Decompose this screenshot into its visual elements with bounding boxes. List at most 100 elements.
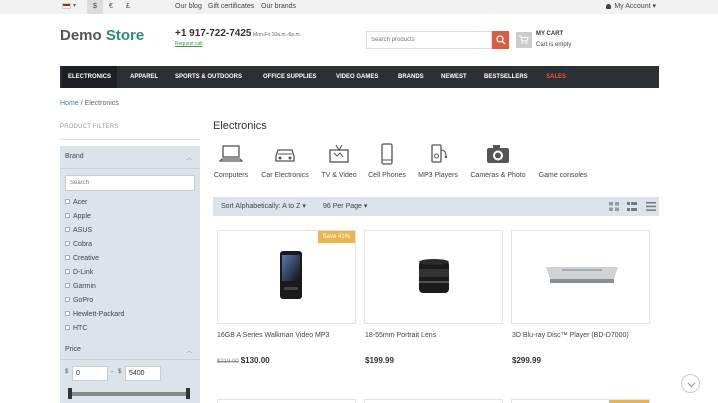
compact-grid-view-icon[interactable] <box>627 202 637 211</box>
brand-option[interactable]: Garmin <box>65 283 96 290</box>
checkbox[interactable] <box>65 199 70 204</box>
nav-sports-outdoors[interactable]: SPORTS & OUTDOORS <box>175 66 242 88</box>
divider <box>60 168 200 169</box>
brand-option[interactable]: Acer <box>65 199 87 206</box>
walkman-image <box>280 251 302 299</box>
phone-number: +1 917-722-7425 <box>175 28 252 39</box>
gift-certificates-link[interactable]: Gift certificates <box>208 0 254 14</box>
brand-label: Cobra <box>73 241 93 248</box>
page-title: Electronics <box>213 120 267 132</box>
price-min-input[interactable] <box>72 366 108 381</box>
checkbox[interactable] <box>65 213 70 218</box>
chevron-up-icon[interactable]: ︿ <box>186 346 192 355</box>
product-card[interactable]: Save 41% <box>217 230 356 324</box>
checkbox[interactable] <box>65 241 70 246</box>
brand-label: Acer <box>73 199 88 206</box>
request-call-link[interactable]: Request call <box>175 41 203 47</box>
product-card[interactable] <box>364 399 503 403</box>
currency-gbp[interactable]: £ <box>120 0 136 14</box>
nav-electronics[interactable]: ELECTRONICS <box>62 66 118 88</box>
subcategory-game-consoles[interactable]: Game consoles <box>536 142 590 179</box>
search-button[interactable] <box>492 31 509 49</box>
price-slider-track[interactable] <box>69 392 189 396</box>
us-flag-icon[interactable] <box>62 3 71 9</box>
store-logo[interactable]: Demo Store <box>60 27 144 44</box>
nav-office-supplies[interactable]: OFFICE SUPPLIES <box>263 66 316 88</box>
price-slider-max-handle[interactable] <box>186 388 190 399</box>
checkbox[interactable] <box>65 325 70 330</box>
checkbox[interactable] <box>65 255 70 260</box>
cart-icon[interactable] <box>516 32 532 48</box>
nav-bestsellers[interactable]: BESTSELLERS <box>484 66 528 88</box>
subcategory-mp3-players[interactable]: MP3 Players <box>416 142 460 179</box>
checkbox[interactable] <box>65 297 70 302</box>
product-card[interactable] <box>217 399 356 403</box>
checkbox[interactable] <box>65 311 70 316</box>
filters-title: PRODUCT FILTERS <box>60 124 119 130</box>
product-card[interactable] <box>364 230 503 324</box>
checkbox[interactable] <box>65 227 70 232</box>
chevron-down-icon[interactable]: ▾ <box>73 2 76 9</box>
product-price: $219.00 $130.00 <box>217 356 270 365</box>
top-bar: ▾ $ € £ Our blog Gift certificates Our b… <box>0 0 718 14</box>
brand-option[interactable]: HTC <box>65 325 87 332</box>
brand-option[interactable]: Apple <box>65 213 91 220</box>
brand-option[interactable]: GoPro <box>65 297 93 304</box>
brand-filter-heading[interactable]: Brand <box>65 153 84 160</box>
subcategory-car-electronics[interactable]: Car Electronics <box>260 142 310 179</box>
brand-search-input[interactable] <box>65 175 195 191</box>
currency-symbol: $ <box>118 369 122 375</box>
business-hours: Mon-Fri 10a.m.-6p.m. <box>253 32 302 38</box>
grid-view-icon[interactable] <box>609 202 619 211</box>
scroll-top-button[interactable] <box>681 374 700 393</box>
product-name[interactable]: 16GB A Series Walkman Video MP3 <box>217 332 347 340</box>
main-nav: ELECTRONICS APPAREL SPORTS & OUTDOORS OF… <box>60 66 659 88</box>
subcategory-computers[interactable]: Computers <box>213 142 249 179</box>
subcategory-cameras-photo[interactable]: Cameras & Photo <box>468 142 528 179</box>
subcategory-cell-phones[interactable]: Cell Phones <box>367 142 407 179</box>
chevron-down-icon <box>687 382 696 388</box>
subcategory-label: Car Electronics <box>261 172 309 179</box>
nav-sales[interactable]: SALES <box>546 66 566 88</box>
brand-option[interactable]: D-Link <box>65 269 93 276</box>
product-name[interactable]: 18-55mm Portrait Lens <box>365 332 495 340</box>
nav-newest[interactable]: NEWEST <box>441 66 467 88</box>
current-price: $130.00 <box>240 356 270 365</box>
brand-option[interactable]: Creative <box>65 255 99 262</box>
subcategory-tv-video[interactable]: TV & Video <box>321 142 357 179</box>
nav-apparel[interactable]: APPAREL <box>130 66 158 88</box>
divider <box>60 139 200 140</box>
brand-option[interactable]: Hewlett-Packard <box>65 311 124 318</box>
price-slider-min-handle[interactable] <box>68 388 72 399</box>
list-view-icon[interactable] <box>646 202 656 211</box>
per-page-label: 96 Per Page <box>323 203 362 210</box>
per-page-dropdown[interactable]: 96 Per Page ▾ <box>323 197 367 216</box>
product-card[interactable] <box>511 399 650 403</box>
price-filter-heading[interactable]: Price <box>65 346 81 353</box>
nav-brands[interactable]: BRANDS <box>398 66 424 88</box>
checkbox[interactable] <box>65 269 70 274</box>
nav-video-games[interactable]: VIDEO GAMES <box>336 66 378 88</box>
sort-dropdown[interactable]: Sort Alphabetically: A to Z ▾ <box>221 197 306 216</box>
search-input[interactable] <box>366 31 492 49</box>
brand-option[interactable]: ASUS <box>65 227 92 234</box>
user-icon <box>606 4 612 9</box>
breadcrumb-separator: / <box>80 100 83 107</box>
chevron-up-icon[interactable]: ︿ <box>186 153 192 162</box>
currency-usd[interactable]: $ <box>87 0 103 14</box>
brands-link[interactable]: Our brands <box>261 0 296 14</box>
cart-title[interactable]: MY CART <box>536 31 563 37</box>
breadcrumb-home[interactable]: Home <box>60 100 79 107</box>
currency-eur[interactable]: € <box>103 0 119 14</box>
filter-panel: Brand ︿ Acer Apple ASUS Cobra Creative D-Link… <box>60 146 200 403</box>
subcategory-label: Cameras & Photo <box>470 172 526 179</box>
account-menu[interactable]: My Account ▾ <box>606 0 656 14</box>
breadcrumb: Home / Electronics <box>60 100 119 107</box>
price-max-input[interactable] <box>125 366 161 381</box>
product-name[interactable]: 3D Blu-ray Disc™ Player (BD-D7000) <box>512 332 642 340</box>
product-card[interactable] <box>511 230 650 324</box>
blog-link[interactable]: Our blog <box>175 0 202 14</box>
phone-icon <box>381 143 393 165</box>
brand-option[interactable]: Cobra <box>65 241 92 248</box>
checkbox[interactable] <box>65 283 70 288</box>
